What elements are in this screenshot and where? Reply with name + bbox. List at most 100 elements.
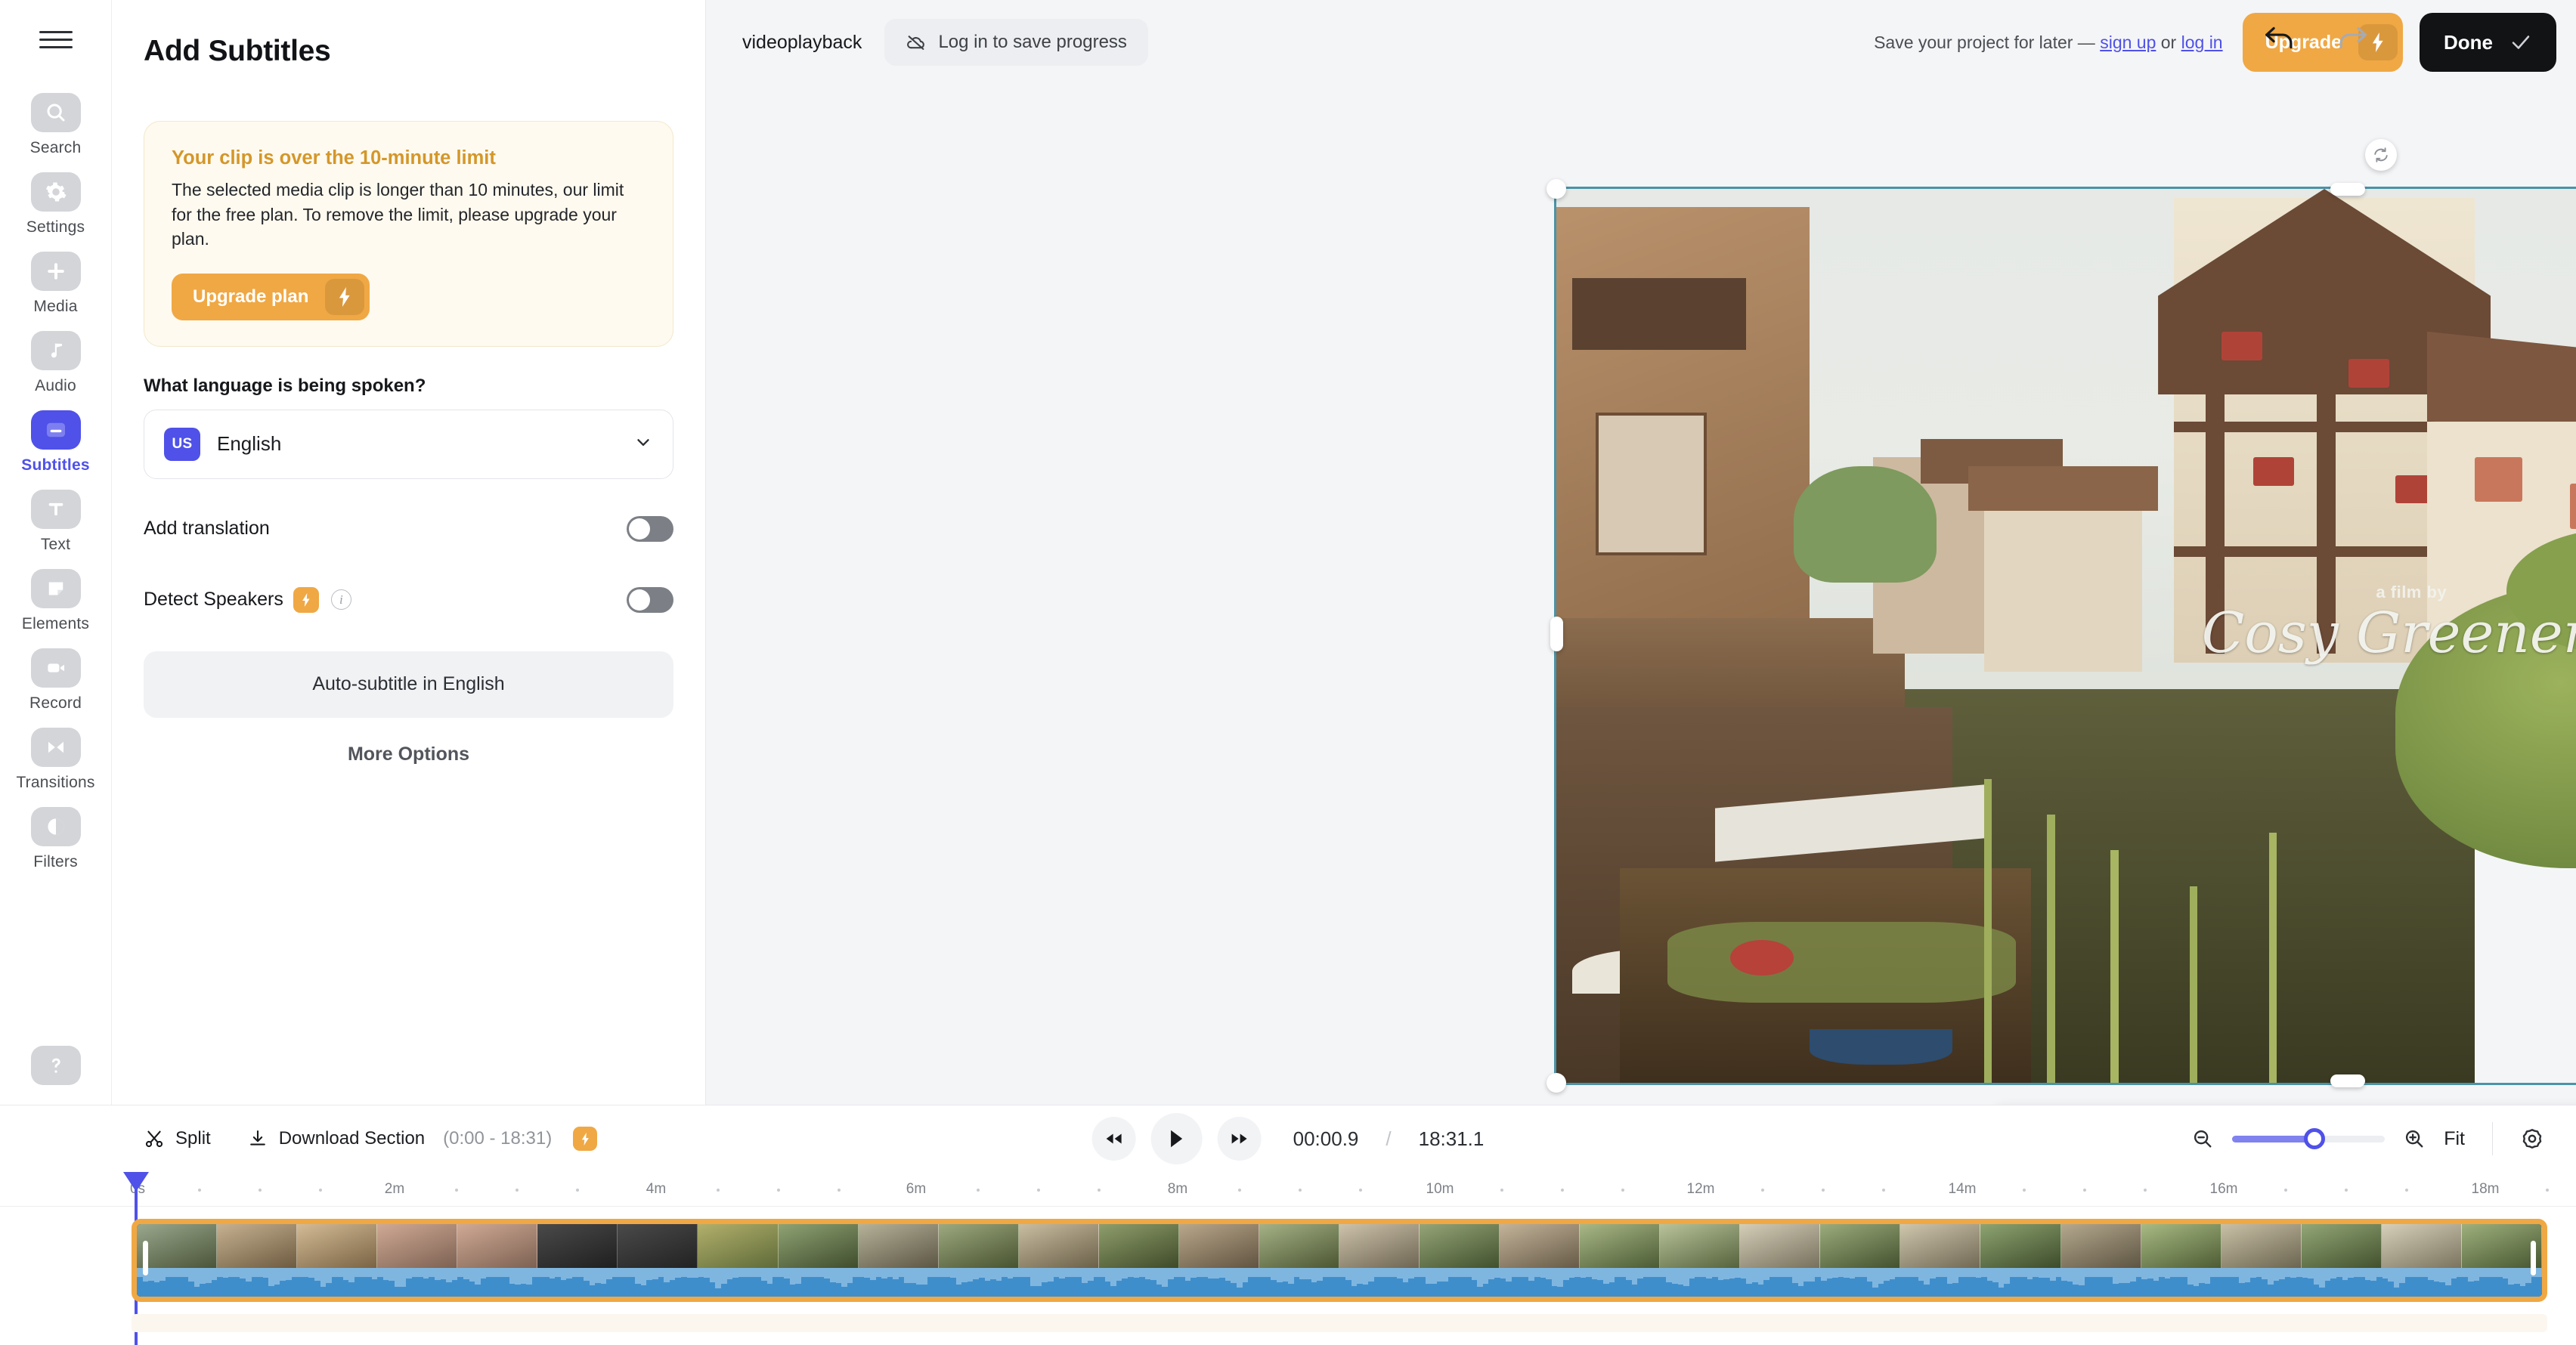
resize-handle-bottom-left[interactable] — [1547, 1073, 1566, 1093]
clip-trim-handle-left[interactable] — [143, 1241, 148, 1275]
done-label: Done — [2444, 30, 2493, 54]
resize-handle-top-center[interactable] — [2330, 183, 2365, 196]
page-title: Add Subtitles — [144, 35, 331, 67]
zoom-slider-knob[interactable] — [2304, 1128, 2326, 1149]
sidebar-item-label: Text — [40, 536, 71, 553]
gear-icon[interactable] — [2520, 1127, 2544, 1151]
sidebar-item-label: Media — [33, 298, 78, 315]
sidebar-item-text[interactable]: Text — [11, 481, 101, 561]
log-in-link[interactable]: log in — [2181, 32, 2223, 52]
done-button[interactable]: Done — [2420, 13, 2556, 72]
detect-speakers-row: Detect Speakers i — [144, 579, 673, 621]
sidebar-item-record[interactable]: Record — [11, 640, 101, 719]
ruler-tick: 16m — [2209, 1181, 2238, 1197]
total-time: 18:31.1 — [1418, 1127, 1485, 1150]
auto-subtitle-button[interactable]: Auto-subtitle in English — [144, 651, 673, 718]
zoom-slider-fill — [2232, 1135, 2315, 1142]
language-selected-value: English — [217, 432, 282, 456]
sidebar-item-search[interactable]: Search — [11, 85, 101, 164]
rotate-icon[interactable] — [2365, 139, 2397, 171]
add-translation-toggle[interactable] — [627, 515, 673, 542]
sidebar-item-label: Settings — [26, 218, 85, 236]
resize-handle-middle-left[interactable] — [1550, 617, 1563, 651]
ruler-tick: 18m — [2471, 1181, 2500, 1197]
subtitles-icon — [30, 410, 81, 450]
notice-body: The selected media clip is longer than 1… — [172, 180, 624, 249]
video-frame-image: a film by Cosy Greenery — [1556, 189, 2576, 1083]
detect-speakers-label: Detect Speakers — [144, 589, 283, 611]
zoom-controls: Fit — [2191, 1122, 2544, 1155]
download-section-label: Download Section — [278, 1128, 426, 1149]
language-select[interactable]: US English — [144, 409, 673, 479]
clip-trim-handle-right[interactable] — [2531, 1241, 2536, 1275]
video-canvas-area: a film by Cosy Greenery — [706, 85, 2576, 1165]
sidebar-item-audio[interactable]: Audio — [11, 323, 101, 402]
zoom-out-icon[interactable] — [2191, 1127, 2214, 1150]
sidebar-item-filters[interactable]: Filters — [11, 799, 101, 878]
sidebar-item-subtitles[interactable]: Subtitles — [11, 402, 101, 481]
ruler-tick: 10m — [1426, 1181, 1454, 1197]
sidebar-item-media[interactable]: Media — [11, 243, 101, 323]
audio-waveform — [137, 1268, 2542, 1297]
ruler-tick: 8m — [1167, 1181, 1188, 1197]
sidebar-item-settings[interactable]: Settings — [11, 164, 101, 243]
sidebar-item-elements[interactable]: Elements — [11, 561, 101, 640]
fast-forward-button[interactable] — [1217, 1117, 1262, 1161]
upgrade-plan-button[interactable]: Upgrade plan — [172, 273, 370, 320]
timeline-tracks — [0, 1208, 2576, 1345]
video-clip[interactable] — [132, 1219, 2547, 1302]
redo-arrow-icon[interactable] — [2336, 24, 2369, 55]
text-t-icon — [30, 490, 81, 529]
limit-notice: Your clip is over the 10-minute limit Th… — [144, 121, 673, 347]
timeline-controls: Split Download Section (0:00 - 18:31) 00… — [0, 1105, 2576, 1172]
lightning-bolt-icon — [325, 278, 365, 315]
split-button[interactable]: Split — [144, 1128, 211, 1149]
add-translation-row: Add translation — [144, 508, 673, 550]
playhead-handle[interactable] — [123, 1172, 149, 1192]
project-name[interactable]: videoplayback — [742, 32, 862, 54]
save-prefix: Save your project for later — — [1874, 32, 2101, 52]
login-to-save-button[interactable]: Log in to save progress — [884, 19, 1148, 66]
fit-button[interactable]: Fit — [2444, 1128, 2465, 1150]
controls-divider — [2492, 1122, 2493, 1155]
subtitles-panel: Add Subtitles Your clip is over the 10-m… — [112, 0, 706, 1105]
upgrade-plan-label: Upgrade plan — [193, 286, 309, 307]
plus-icon — [30, 252, 81, 291]
resize-handle-top-left[interactable] — [1547, 179, 1566, 199]
zoom-slider[interactable] — [2232, 1128, 2386, 1149]
info-icon[interactable]: i — [330, 589, 351, 611]
sidebar-item-label: Record — [29, 694, 82, 712]
timeline-ruler[interactable]: 0s 2m 4m 6m 8m 10m 12m 14m 16m 18m — [0, 1172, 2576, 1207]
gear-icon — [30, 172, 81, 212]
login-pill-label: Log in to save progress — [938, 32, 1127, 52]
video-editor-app: Search Settings Media Audio Subtitles Te… — [0, 0, 2576, 1345]
video-preview[interactable]: a film by Cosy Greenery — [1554, 187, 2576, 1085]
or-text: or — [2156, 32, 2181, 52]
more-options-link[interactable]: More Options — [144, 744, 673, 765]
main-row: Search Settings Media Audio Subtitles Te… — [0, 0, 2576, 1165]
play-button[interactable] — [1150, 1113, 1203, 1164]
subtitle-track-row[interactable] — [132, 1314, 2547, 1332]
ruler-tick: 4m — [646, 1181, 667, 1197]
question-mark-icon[interactable] — [30, 1046, 81, 1085]
rewind-button[interactable] — [1091, 1117, 1136, 1161]
sign-up-link[interactable]: sign up — [2100, 32, 2156, 52]
download-range: (0:00 - 18:31) — [443, 1128, 553, 1149]
zoom-in-icon[interactable] — [2403, 1127, 2426, 1150]
editor-stage: videoplayback Log in to save progress Sa… — [706, 0, 2576, 1165]
hamburger-menu-icon[interactable] — [39, 26, 73, 53]
ruler-tick: 6m — [906, 1181, 927, 1197]
sidebar-item-label: Audio — [35, 377, 76, 394]
music-note-icon — [30, 331, 81, 370]
undo-arrow-icon[interactable] — [2263, 24, 2296, 55]
download-section-button[interactable]: Download Section (0:00 - 18:31) — [247, 1127, 598, 1151]
clip-thumbnails — [137, 1224, 2542, 1268]
resize-handle-bottom-center[interactable] — [2330, 1074, 2365, 1087]
check-icon — [2509, 31, 2532, 54]
video-camera-icon — [30, 648, 81, 688]
elements-icon — [30, 569, 81, 608]
detect-speakers-toggle[interactable] — [627, 586, 673, 613]
search-icon — [30, 93, 81, 132]
sidebar-item-transitions[interactable]: Transitions — [11, 719, 101, 799]
sidebar-item-label: Filters — [33, 853, 78, 870]
